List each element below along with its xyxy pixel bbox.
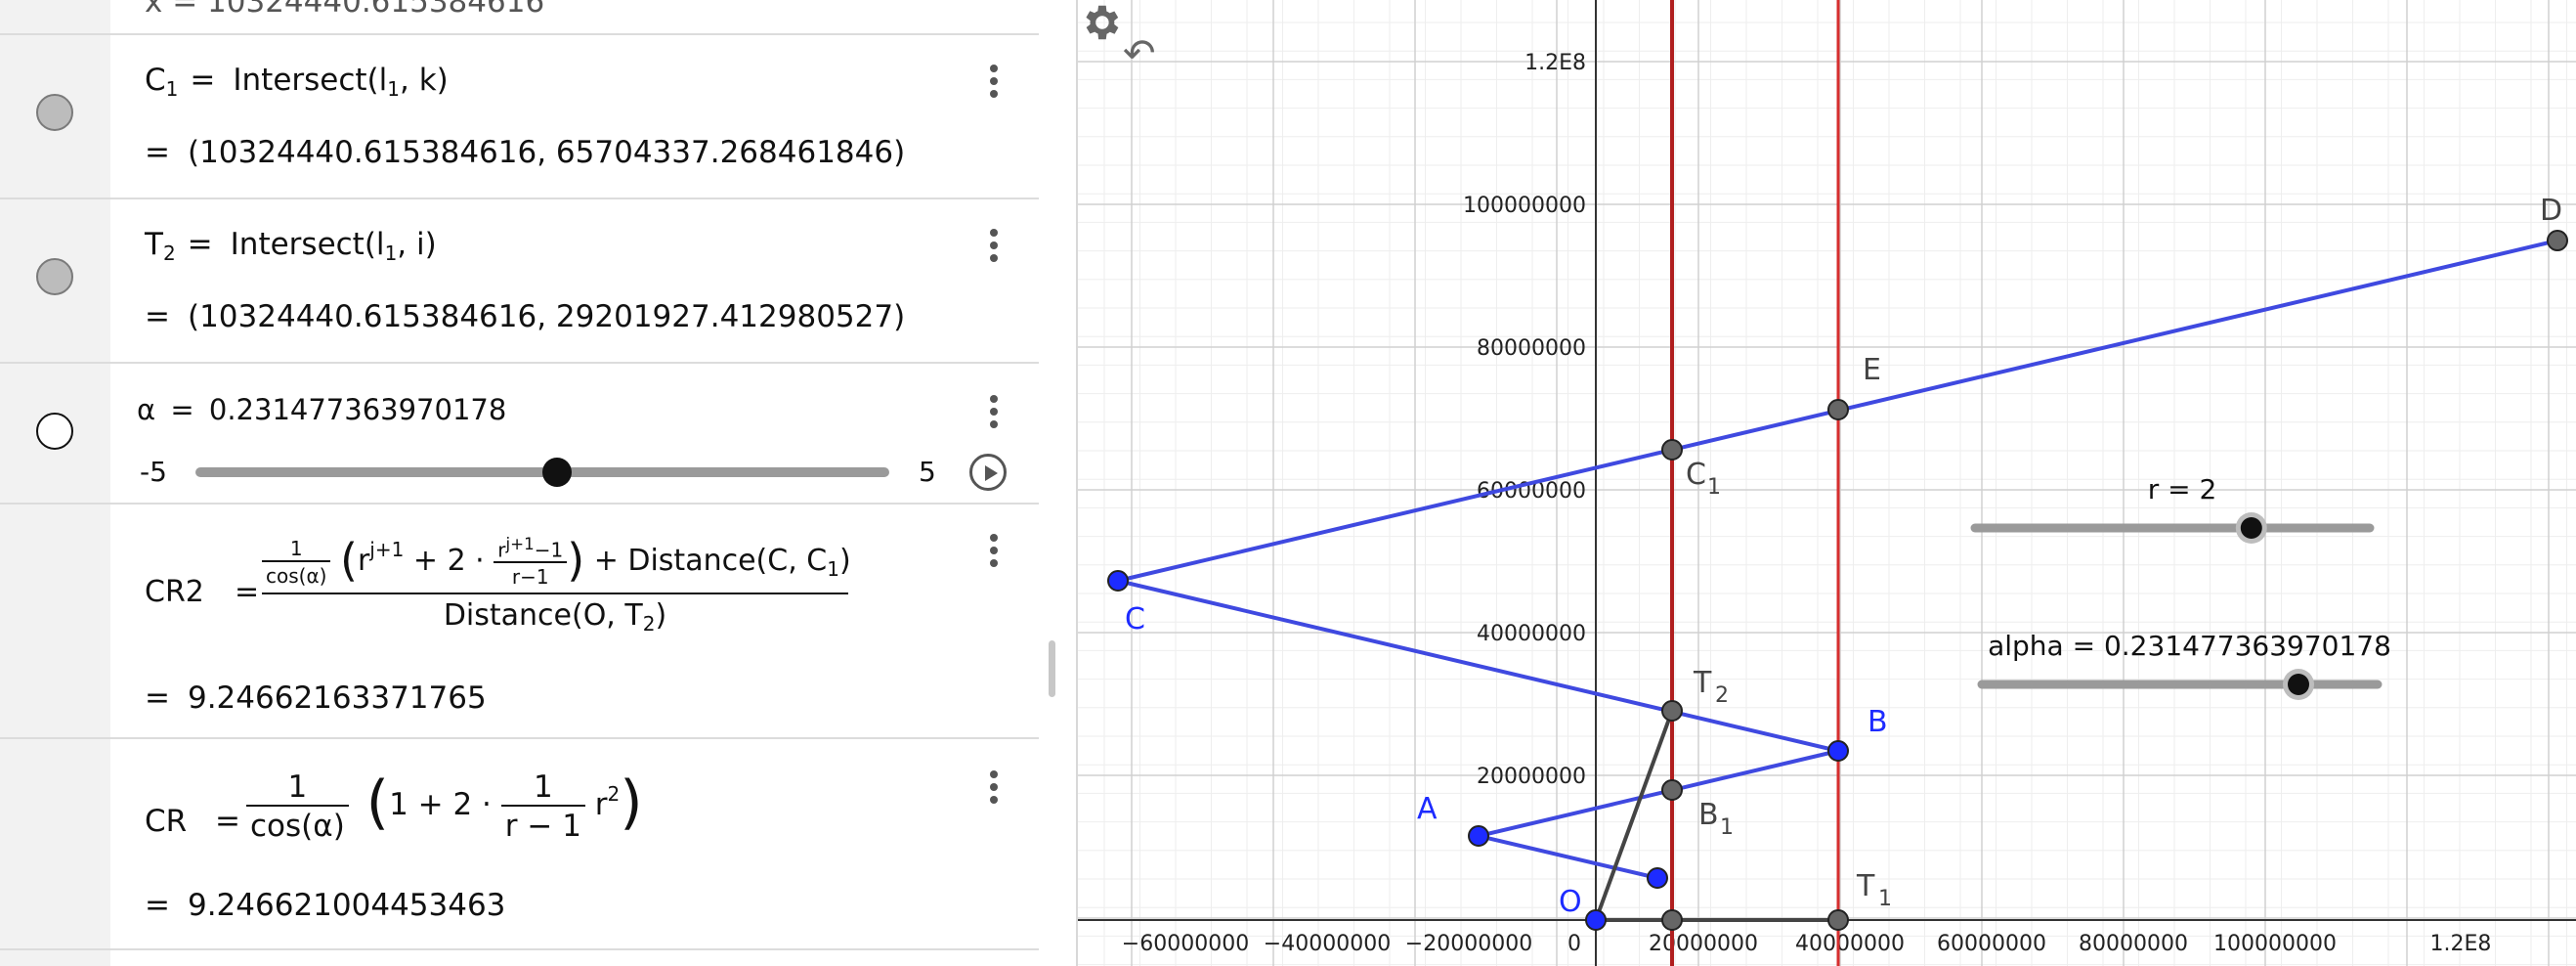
- point-label-sub: 1: [1878, 887, 1892, 911]
- slider-r-knob[interactable]: [2240, 517, 2262, 539]
- algebra-row-partial[interactable]: x = 10324440.615384616: [0, 0, 1039, 35]
- x-tick-label: 100000000: [2213, 932, 2337, 956]
- slider-r-label: r = 2: [2148, 473, 2217, 505]
- cr2-value: = 9.24662163371765: [145, 681, 487, 716]
- x-tick-label: 0: [1567, 932, 1581, 956]
- point-label-sub: 1: [1720, 815, 1734, 840]
- partial-value: x = 10324440.615384616: [145, 0, 545, 20]
- cr-menu-icon[interactable]: [990, 770, 998, 809]
- algebra-row-t2[interactable]: T2 = Intersect(l1, i) = (10324440.615384616…: [0, 199, 1039, 364]
- algebra-row-cr2[interactable]: CR2 = 1 cos(α) (rj+1 + 2 · rj+1−1 r−1) + D…: [0, 505, 1039, 739]
- y-tick-label: 1.2E8: [1524, 51, 1586, 75]
- point-c[interactable]: [1107, 570, 1129, 592]
- point-foot[interactable]: [1661, 909, 1683, 931]
- point-t1[interactable]: [1827, 909, 1849, 931]
- x-tick-label: 40000000: [1795, 932, 1905, 956]
- x-tick-label: 20000000: [1649, 932, 1758, 956]
- point-d[interactable]: [2547, 230, 2568, 251]
- x-tick-label: 80000000: [2079, 932, 2188, 956]
- y-tick-label: 100000000: [1463, 194, 1586, 218]
- alpha-definition: α = 0.231477363970178: [137, 393, 507, 426]
- c1-definition: C1 = Intersect(l1, k): [145, 63, 449, 101]
- point-c1[interactable]: [1661, 439, 1683, 461]
- label-t2: T: [1693, 666, 1712, 700]
- c1-menu-icon[interactable]: [990, 65, 998, 103]
- t2-definition: T2 = Intersect(l1, i): [145, 227, 437, 265]
- point-b[interactable]: [1827, 740, 1849, 762]
- label-a: A: [1417, 792, 1438, 826]
- y-tick-label: 20000000: [1477, 765, 1586, 789]
- label-b1: B: [1698, 798, 1719, 832]
- gear-icon[interactable]: [1078, 0, 1123, 45]
- x-tick-label: −60000000: [1122, 932, 1249, 956]
- visibility-toggle[interactable]: [36, 258, 73, 295]
- alpha-menu-icon[interactable]: [990, 395, 998, 433]
- slider-alpha-knob[interactable]: [2288, 674, 2309, 695]
- algebra-scrollbar[interactable]: [1049, 640, 1055, 697]
- graphics-canvas[interactable]: 1.2E810000000080000000600000004000000020…: [1078, 0, 2576, 966]
- slider-alpha-label: alpha = 0.231477363970178: [1988, 630, 2391, 662]
- point-q[interactable]: [1647, 867, 1668, 889]
- x-tick-label: −20000000: [1405, 932, 1532, 956]
- algebra-row-c1[interactable]: C1 = Intersect(l1, k) = (10324440.615384616…: [0, 35, 1039, 199]
- algebra-row-alpha[interactable]: α = 0.231477363970178 -5 5: [0, 364, 1039, 505]
- play-icon[interactable]: [969, 454, 1007, 491]
- cr2-menu-icon[interactable]: [990, 534, 998, 572]
- t2-menu-icon[interactable]: [990, 229, 998, 267]
- label-o: O: [1559, 885, 1582, 919]
- point-label-sub: 1: [1707, 475, 1721, 500]
- slider-max: 5: [919, 456, 936, 488]
- label-c: C: [1125, 602, 1145, 637]
- graphics-view[interactable]: 1.2E8 100000000 80000000 60000000 40000000 20…: [1076, 0, 2576, 966]
- point-t2[interactable]: [1661, 700, 1683, 722]
- x-tick-label: 1.2E8: [2430, 932, 2492, 956]
- c1-value: = (10324440.615384616, 65704337.268461846…: [145, 135, 906, 170]
- label-d: D: [2540, 194, 2562, 228]
- visibility-toggle[interactable]: [36, 94, 73, 131]
- segment-cb[interactable]: [1117, 579, 1839, 753]
- cr-value: = 9.246621004453463: [145, 888, 506, 923]
- point-label-sub: 2: [1715, 683, 1729, 708]
- algebra-view: x = 10324440.615384616 C1 = Intersect(l1, …: [0, 0, 1076, 966]
- slider-min: -5: [140, 456, 167, 488]
- alpha-slider-knob[interactable]: [541, 458, 572, 487]
- point-a[interactable]: [1468, 825, 1489, 847]
- label-b: B: [1868, 705, 1888, 739]
- label-c1: C: [1686, 458, 1706, 492]
- segment-ot2[interactable]: [1594, 710, 1674, 921]
- y-tick-label: 40000000: [1477, 622, 1586, 646]
- point-e[interactable]: [1827, 399, 1849, 420]
- label-e: E: [1863, 353, 1881, 387]
- x-tick-label: 60000000: [1937, 932, 2046, 956]
- x-tick-label: −40000000: [1264, 932, 1391, 956]
- point-b1[interactable]: [1661, 779, 1683, 801]
- label-t1: T: [1856, 869, 1875, 903]
- algebra-row-cr[interactable]: CR = 1 cos(α) (1 + 2 · 1r − 1 r2) = 9.2466…: [0, 739, 1039, 950]
- y-tick-label: 80000000: [1477, 336, 1586, 361]
- point-o[interactable]: [1585, 909, 1607, 931]
- visibility-toggle[interactable]: [36, 413, 73, 450]
- t2-value: = (10324440.615384616, 29201927.412980527…: [145, 299, 906, 334]
- undo-icon[interactable]: ↶: [1123, 31, 1156, 76]
